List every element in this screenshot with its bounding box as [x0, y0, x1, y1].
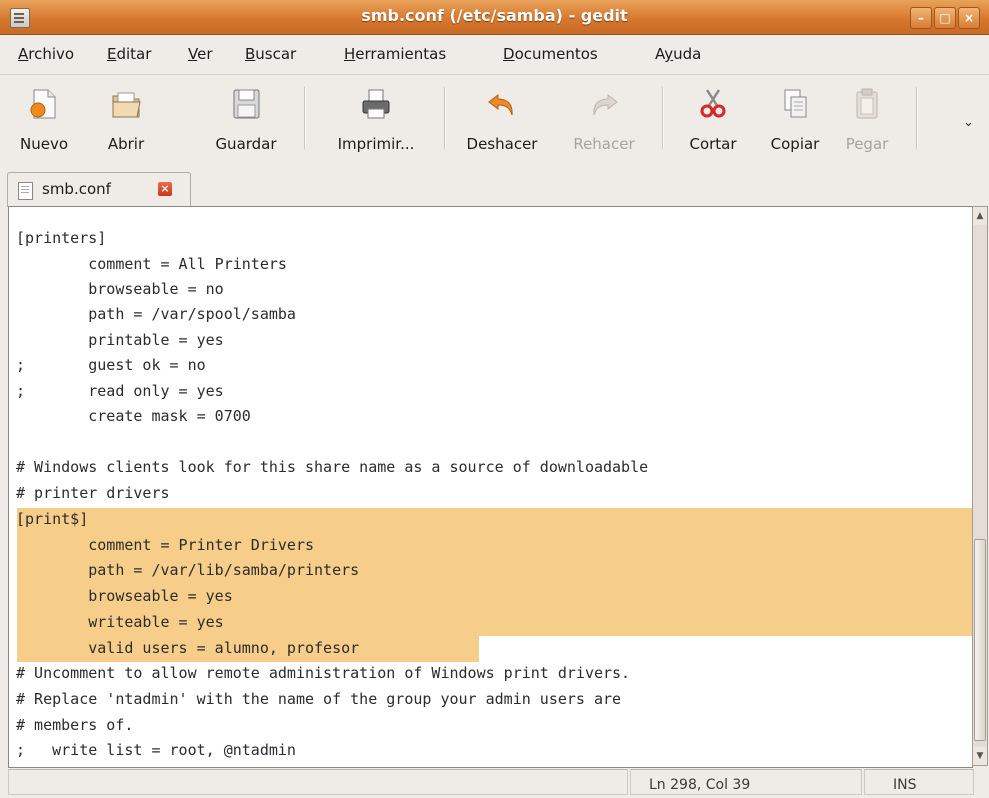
code-line: [print$] — [16, 510, 89, 528]
menu-buscar[interactable]: Buscar — [245, 45, 296, 63]
save-disk-icon — [233, 89, 260, 119]
code-line: ; read only = yes — [16, 382, 224, 400]
menu-mnemonic: B — [245, 45, 256, 63]
maximize-button[interactable]: □ — [934, 7, 956, 29]
close-window-button[interactable]: × — [958, 7, 980, 29]
minimize-button[interactable]: – — [910, 7, 932, 29]
open-folder-icon — [112, 92, 141, 118]
window-title: smb.conf (/etc/samba) - gedit — [361, 6, 628, 25]
copy-button-label: Copiar — [770, 135, 820, 153]
text-document-icon — [18, 182, 33, 200]
cut-button-label: Cortar — [689, 135, 737, 153]
toolbar: Nuevo Abrir ⌄ Guardar — [0, 74, 989, 204]
code-line: # Windows clients look for this share na… — [16, 458, 649, 476]
toolbar-separator — [304, 87, 305, 149]
paste-button[interactable]: Pegar — [836, 81, 898, 161]
menu-documentos[interactable]: Documentos — [503, 45, 598, 63]
code-line: comment = All Printers — [16, 255, 287, 273]
menu-label: rchivo — [28, 45, 75, 63]
save-button[interactable]: Guardar — [202, 81, 290, 161]
code-line: printable = yes — [16, 331, 224, 349]
code-line: writeable = yes — [16, 613, 224, 631]
toolbar-separator — [916, 87, 917, 149]
insert-mode-pane: INS — [864, 769, 974, 795]
paste-clipboard-icon — [856, 88, 878, 119]
document-tabs: smb.conf × — [0, 166, 989, 207]
menu-mnemonic: H — [344, 45, 356, 63]
undo-button-label: Deshacer — [466, 135, 538, 153]
new-document-icon — [30, 89, 56, 119]
new-button-label: Nuevo — [19, 135, 68, 153]
menu-editar[interactable]: Editar — [107, 45, 151, 63]
menu-label: ocumentos — [514, 45, 598, 63]
code-line: browseable = no — [16, 280, 224, 298]
scrollbar-thumb[interactable] — [974, 539, 986, 741]
print-button-label: Imprimir... — [337, 135, 415, 153]
menu-mnemonic: y — [664, 45, 674, 63]
copy-button[interactable]: Copiar — [756, 81, 834, 161]
code-line: comment = Printer Drivers — [16, 536, 315, 554]
insert-mode-indicator: INS — [893, 777, 917, 793]
menu-label: uscar — [255, 45, 297, 63]
cursor-position: Ln 298, Col 39 — [649, 777, 751, 793]
tab-smb-conf[interactable]: smb.conf × — [7, 172, 191, 207]
cursor-position-pane: Ln 298, Col 39 — [630, 769, 862, 795]
gedit-window: smb.conf (/etc/samba) - gedit – □ × Arch… — [0, 0, 989, 798]
toolbar-separator — [662, 87, 663, 149]
title-bar[interactable]: smb.conf (/etc/samba) - gedit – □ × — [0, 0, 989, 35]
menu-label: A — [655, 45, 665, 63]
menu-herramientas[interactable]: Herramientas — [344, 45, 446, 63]
code-line: # members of. — [16, 716, 134, 734]
code-line: # Uncomment to allow remote administrati… — [16, 664, 631, 682]
save-button-label: Guardar — [215, 135, 277, 153]
open-button[interactable]: Abrir — [98, 81, 154, 161]
cut-button[interactable]: Cortar — [676, 81, 750, 161]
toolbar-overflow-chevron[interactable]: ⌄ — [963, 115, 974, 130]
printer-icon — [362, 89, 390, 119]
code-line: path = /var/lib/samba/printers — [16, 561, 360, 579]
paste-button-label: Pegar — [845, 135, 889, 153]
menu-ver[interactable]: Ver — [188, 45, 213, 63]
menu-label: erramientas — [355, 45, 447, 63]
code-line: # printer drivers — [16, 484, 170, 502]
menu-mnemonic: A — [18, 45, 29, 63]
undo-button[interactable]: Deshacer — [452, 81, 552, 161]
tab-close-icon[interactable]: × — [158, 182, 172, 196]
code-line: # Replace 'ntadmin' with the name of the… — [16, 690, 622, 708]
code-line: ; guest ok = no — [16, 356, 206, 374]
status-bar: Ln 298, Col 39 INS — [0, 767, 989, 798]
code-line: ; write list = root, @ntadmin — [16, 741, 296, 759]
menu-bar: Archivo Editar Ver Buscar Herramientas D… — [0, 35, 989, 73]
redo-button-label: Rehacer — [573, 135, 635, 153]
code-line: browseable = yes — [16, 587, 233, 605]
scroll-up-arrow-icon[interactable]: ▲ — [973, 207, 987, 225]
redo-arrow-icon — [593, 93, 618, 116]
code-line: valid users = alumno, profesor — [16, 639, 360, 657]
new-button[interactable]: Nuevo — [8, 81, 80, 161]
menu-archivo[interactable]: Archivo — [18, 45, 74, 63]
toolbar-separator — [444, 87, 445, 149]
scroll-down-arrow-icon[interactable]: ▼ — [973, 747, 987, 765]
undo-arrow-icon — [488, 93, 513, 116]
vertical-scrollbar[interactable]: ▲ ▼ — [972, 206, 988, 766]
menu-label: er — [197, 45, 213, 63]
menu-mnemonic: D — [503, 45, 515, 63]
code-line: create mask = 0700 — [16, 407, 251, 425]
menu-ayuda[interactable]: Ayuda — [655, 45, 701, 63]
tab-label: smb.conf — [42, 180, 111, 198]
print-button[interactable]: Imprimir... — [314, 81, 438, 161]
scissors-icon — [700, 89, 726, 118]
menu-mnemonic: V — [188, 45, 198, 63]
menu-label: uda — [673, 45, 702, 63]
code-line: [printers] — [16, 229, 107, 247]
copy-icon — [784, 89, 807, 118]
status-message-pane — [8, 769, 628, 795]
code-line: path = /var/spool/samba — [16, 305, 296, 323]
open-button-label: Abrir — [107, 135, 145, 153]
redo-button[interactable]: Rehacer — [562, 81, 646, 161]
menu-label: ditar — [116, 45, 152, 63]
text-editor[interactable]: [printers] comment = All Printers browse… — [8, 206, 973, 768]
